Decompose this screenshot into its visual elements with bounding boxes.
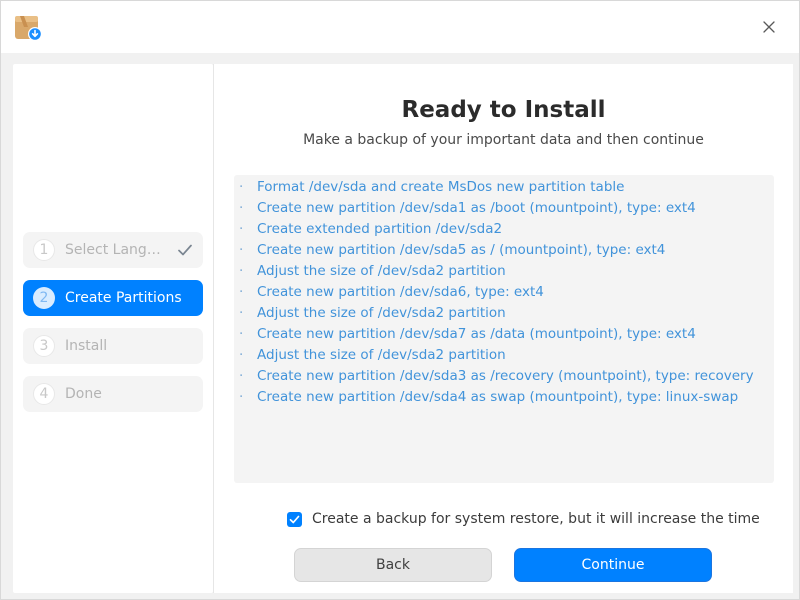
operation-item: · Format /dev/sda and create MsDos new pa…: [234, 177, 774, 198]
step-label: Install: [65, 338, 108, 354]
back-button[interactable]: Back: [294, 548, 492, 582]
operation-text: Create new partition /dev/sda3 as /recov…: [257, 368, 754, 384]
operation-text: Create new partition /dev/sda5 as / (mou…: [257, 242, 666, 258]
close-icon: [763, 21, 775, 33]
page-title: Ready to Install: [401, 97, 606, 123]
step-number: 1: [33, 239, 55, 261]
page-subtitle: Make a backup of your important data and…: [303, 132, 704, 148]
operation-text: Create new partition /dev/sda4 as swap (…: [257, 389, 739, 405]
installer-package-icon: [15, 16, 42, 41]
steps-list: 1 Select Langu… 2 Create Partitions 3 In…: [23, 232, 203, 424]
installer-window: 1 Select Langu… 2 Create Partitions 3 In…: [0, 0, 800, 600]
operation-text: Adjust the size of /dev/sda2 partition: [257, 305, 506, 321]
main-panel: Ready to Install Make a backup of your i…: [214, 64, 793, 593]
operation-item: · Adjust the size of /dev/sda2 partition: [234, 261, 774, 282]
step-label: Create Partitions: [65, 290, 182, 306]
operation-item: · Create new partition /dev/sda7 as /data…: [234, 324, 774, 345]
operation-text: Create new partition /dev/sda6, type: ex…: [257, 284, 544, 300]
bullet: ·: [239, 389, 244, 405]
operations-list[interactable]: · Format /dev/sda and create MsDos new pa…: [234, 175, 774, 483]
operation-item: · Create new partition /dev/sda5 as / (mo…: [234, 240, 774, 261]
bullet: ·: [239, 221, 244, 237]
bullet: ·: [239, 326, 244, 342]
bullet: ·: [239, 284, 244, 300]
step-number: 4: [33, 383, 55, 405]
operation-item: · Adjust the size of /dev/sda2 partition: [234, 303, 774, 324]
operation-item: · Create new partition /dev/sda4 as swap …: [234, 387, 774, 408]
bullet: ·: [239, 242, 244, 258]
steps-sidebar: 1 Select Langu… 2 Create Partitions 3 In…: [13, 64, 213, 593]
operation-item: · Create new partition /dev/sda3 as /reco…: [234, 366, 774, 387]
step-done: 4 Done: [23, 376, 203, 412]
bullet: ·: [239, 347, 244, 363]
checkmark-icon: [289, 515, 300, 523]
operation-item: · Create new partition /dev/sda1 as /boot…: [234, 198, 774, 219]
operation-item: · Adjust the size of /dev/sda2 partition: [234, 345, 774, 366]
backup-checkbox[interactable]: [287, 511, 302, 527]
bullet: ·: [239, 368, 244, 384]
backup-checkbox-label[interactable]: Create a backup for system restore, but …: [312, 511, 760, 527]
step-select-language: 1 Select Langu…: [23, 232, 203, 268]
step-number: 3: [33, 335, 55, 357]
operation-text: Create extended partition /dev/sda2: [257, 221, 503, 237]
operation-item: · Create new partition /dev/sda6, type: e…: [234, 282, 774, 303]
backup-option: Create a backup for system restore, but …: [287, 509, 760, 529]
bullet: ·: [239, 179, 244, 195]
step-install: 3 Install: [23, 328, 203, 364]
step-number: 2: [33, 287, 55, 309]
operation-item: · Create extended partition /dev/sda2: [234, 219, 774, 240]
step-create-partitions: 2 Create Partitions: [23, 280, 203, 316]
checkmark-icon: [178, 244, 192, 256]
continue-button[interactable]: Continue: [514, 548, 712, 582]
operation-text: Adjust the size of /dev/sda2 partition: [257, 263, 506, 279]
operation-text: Adjust the size of /dev/sda2 partition: [257, 347, 506, 363]
bullet: ·: [239, 305, 244, 321]
bullet: ·: [239, 200, 244, 216]
operation-text: Format /dev/sda and create MsDos new par…: [257, 179, 625, 195]
operation-text: Create new partition /dev/sda7 as /data …: [257, 326, 696, 342]
step-label: Done: [65, 386, 102, 402]
titlebar: [1, 1, 799, 53]
operation-text: Create new partition /dev/sda1 as /boot …: [257, 200, 696, 216]
close-button[interactable]: [757, 15, 781, 39]
bullet: ·: [239, 263, 244, 279]
step-label: Select Langu…: [65, 242, 165, 258]
